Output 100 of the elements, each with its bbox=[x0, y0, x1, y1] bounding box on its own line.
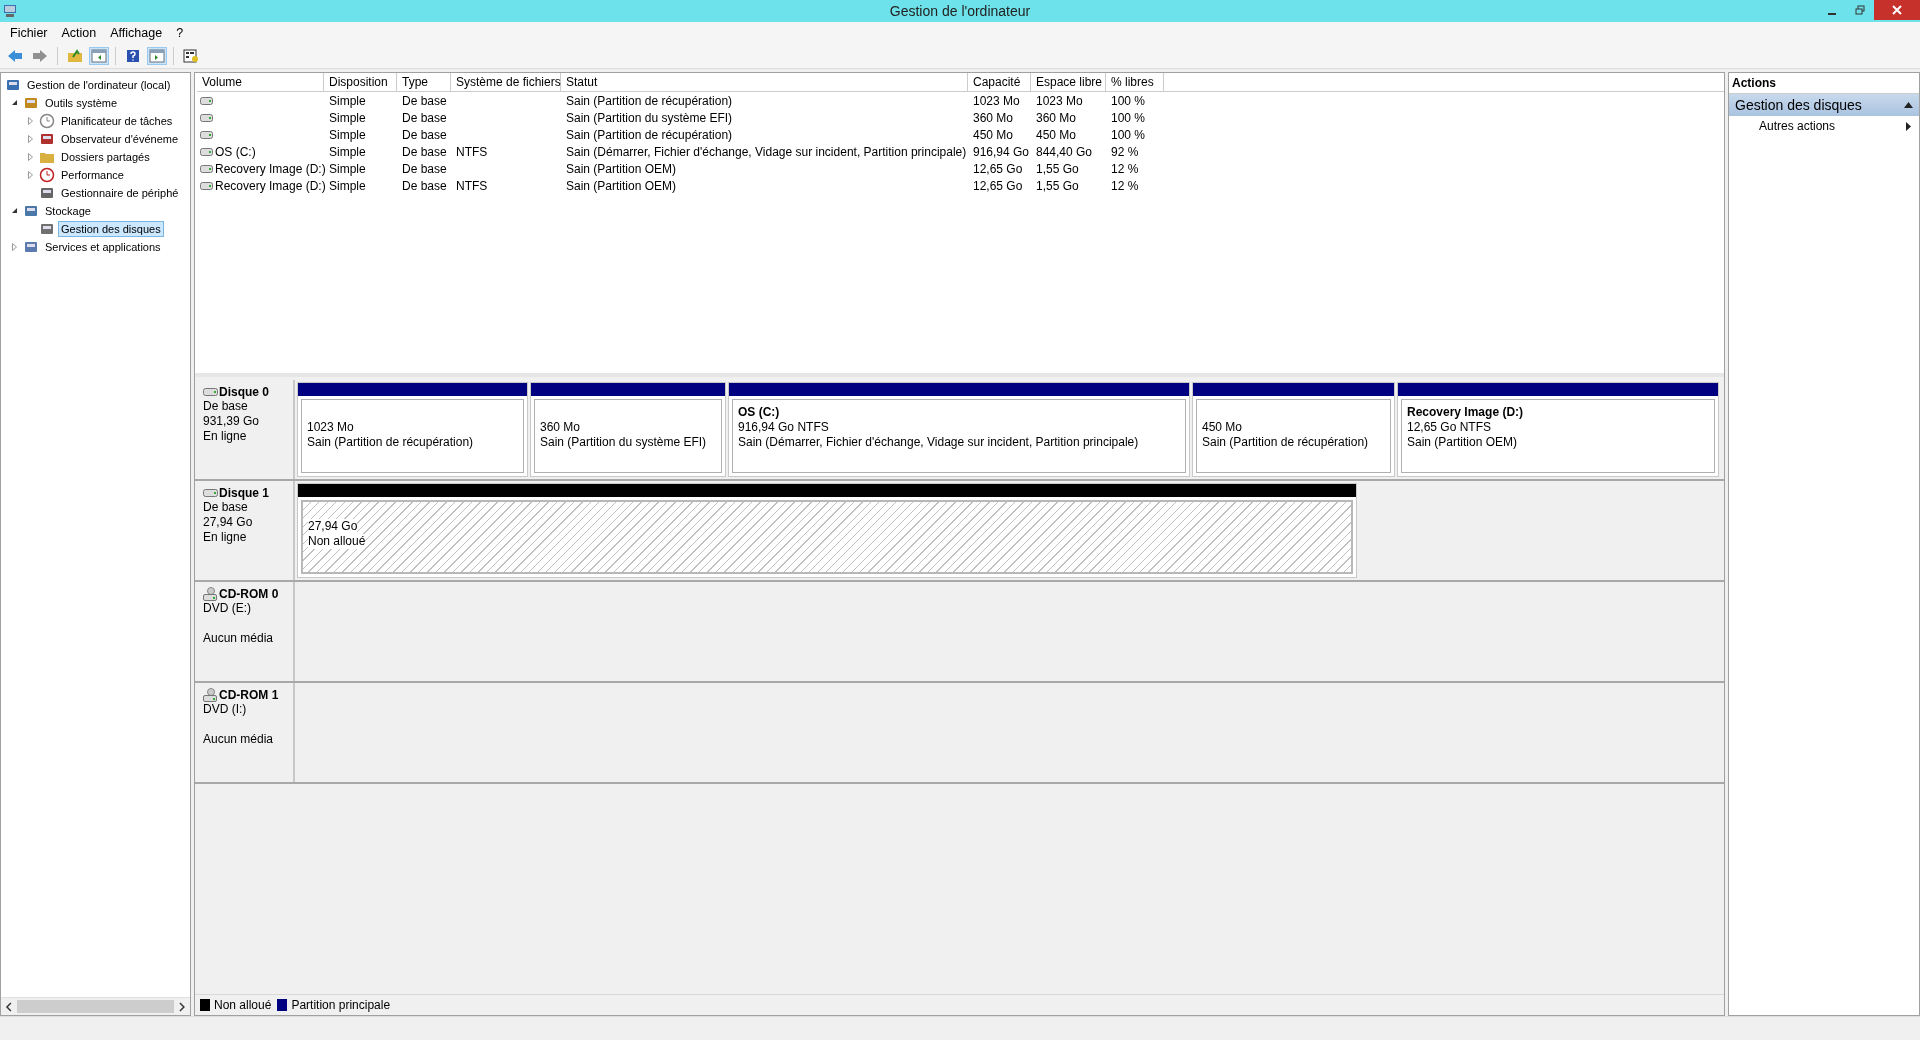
table-cell: Recovery Image (D:) bbox=[215, 161, 326, 176]
table-cell: Sain (Partition OEM) bbox=[566, 178, 677, 193]
table-cell: De base bbox=[402, 144, 447, 159]
drive-icon bbox=[200, 130, 213, 139]
collapsed-triangle-icon[interactable] bbox=[27, 117, 34, 125]
disk-name: CD-ROM 1 bbox=[219, 688, 279, 702]
table-cell: Sain (Partition de récupération) bbox=[566, 93, 733, 108]
column-header[interactable]: Type bbox=[397, 73, 451, 91]
disk-name: CD-ROM 0 bbox=[219, 587, 279, 601]
services-icon bbox=[23, 239, 39, 255]
menu-item[interactable]: Affichage bbox=[104, 24, 171, 42]
table-cell: NTFS bbox=[456, 178, 488, 193]
column-header[interactable]: % libres bbox=[1106, 73, 1164, 91]
tree-item[interactable]: Gestion des disques bbox=[58, 221, 164, 237]
column-header[interactable]: Capacité bbox=[968, 73, 1031, 91]
optical-drive-icon bbox=[203, 587, 218, 601]
partition-title: OS (C:) bbox=[738, 405, 781, 420]
table-cell: OS (C:) bbox=[215, 144, 256, 159]
collapsed-triangle-icon[interactable] bbox=[27, 153, 34, 161]
partition-status: Sain (Partition OEM) bbox=[1407, 435, 1519, 450]
table-cell: Simple bbox=[329, 93, 366, 108]
collapsed-triangle-icon[interactable] bbox=[27, 135, 34, 143]
table-cell: 450 Mo bbox=[1036, 127, 1077, 142]
table-cell: Sain (Partition de récupération) bbox=[566, 127, 733, 142]
expanded-triangle-icon[interactable] bbox=[11, 99, 18, 107]
table-cell: Simple bbox=[329, 144, 366, 159]
partition-block[interactable]: OS (C:) 916,94 Go NTFS Sain (Démarrer, Fichier d'échange, Vidage sur incident, Partition principale) bbox=[728, 382, 1190, 477]
menu-item[interactable]: ? bbox=[170, 24, 192, 42]
tree-item[interactable]: Stockage bbox=[42, 203, 94, 219]
partition-block[interactable]: 27,94 Go Non alloué bbox=[297, 483, 1357, 578]
partition-size: 12,65 Go NTFS bbox=[1407, 420, 1493, 435]
menu-item[interactable]: Fichier bbox=[4, 24, 56, 42]
table-cell: 360 Mo bbox=[1036, 110, 1077, 125]
table-cell: De base bbox=[402, 178, 447, 193]
drive-icon bbox=[203, 489, 218, 497]
column-header[interactable]: Statut bbox=[561, 73, 968, 91]
partition-block[interactable]: 450 Mo Sain (Partition de récupération) bbox=[1192, 382, 1395, 477]
horizontal-scrollbar[interactable] bbox=[1, 997, 190, 1015]
drive-icon bbox=[200, 96, 213, 105]
clock-icon bbox=[39, 113, 55, 129]
column-header[interactable]: Système de fichiers bbox=[451, 73, 561, 91]
partition-block[interactable]: Recovery Image (D:) 12,65 Go NTFS Sain (Partition OEM) bbox=[1397, 382, 1719, 477]
legend-label: Non alloué bbox=[214, 998, 272, 1012]
partition-status: Sain (Démarrer, Fichier d'échange, Vidage sur incident, Partition principale) bbox=[738, 435, 1140, 450]
menu-item[interactable]: Action bbox=[55, 24, 105, 42]
tree-item[interactable]: Gestion de l'ordinateur (local) bbox=[24, 77, 174, 93]
table-cell: Simple bbox=[329, 161, 366, 176]
table-cell: 12 % bbox=[1111, 178, 1139, 193]
table-cell: 12,65 Go bbox=[973, 178, 1023, 193]
table-cell: Simple bbox=[329, 178, 366, 193]
drive-icon bbox=[200, 181, 213, 190]
disk-detail: 931,39 Go bbox=[203, 414, 261, 429]
scroll-right-icon[interactable] bbox=[178, 1001, 186, 1012]
partition-size: 27,94 Go bbox=[308, 519, 358, 534]
drive-icon bbox=[200, 113, 213, 122]
disk-detail: Aucun média bbox=[203, 732, 275, 747]
action-item[interactable]: Autres actions bbox=[1759, 119, 1836, 133]
partition-block[interactable]: 360 Mo Sain (Partition du système EFI) bbox=[530, 382, 726, 477]
pane-toggle-icon[interactable] bbox=[147, 47, 167, 65]
restore-icon bbox=[1855, 5, 1865, 15]
table-cell: De base bbox=[402, 161, 447, 176]
tools-icon bbox=[23, 95, 39, 111]
partition-size: 450 Mo bbox=[1202, 420, 1244, 435]
column-header[interactable]: Volume bbox=[197, 73, 324, 91]
partition-size: 360 Mo bbox=[540, 420, 582, 435]
table-cell: Sain (Partition OEM) bbox=[566, 161, 677, 176]
tree-item[interactable]: Services et applications bbox=[42, 239, 164, 255]
table-cell: Sain (Partition du système EFI) bbox=[566, 110, 733, 125]
pane-toggle-icon[interactable] bbox=[89, 47, 109, 65]
table-cell: 450 Mo bbox=[973, 127, 1014, 142]
actions-section[interactable]: Gestion des disques bbox=[1729, 94, 1919, 116]
tree-item[interactable]: Dossiers partagés bbox=[58, 149, 153, 165]
partition-block[interactable]: 1023 Mo Sain (Partition de récupération) bbox=[297, 382, 528, 477]
column-header[interactable]: Disposition bbox=[324, 73, 397, 91]
tree-item[interactable]: Observateur d'événeme bbox=[58, 131, 182, 147]
tree-item[interactable]: Outils système bbox=[42, 95, 121, 111]
tree-item[interactable]: Planificateur de tâches bbox=[58, 113, 176, 129]
column-header[interactable]: Espace libre bbox=[1031, 73, 1106, 91]
table-cell: De base bbox=[402, 93, 447, 108]
table-cell: De base bbox=[402, 127, 447, 142]
close-icon bbox=[1892, 5, 1902, 15]
collapsed-triangle-icon[interactable] bbox=[27, 171, 34, 179]
table-cell: Recovery Image (D:) bbox=[215, 178, 326, 193]
close-button[interactable] bbox=[1874, 0, 1920, 20]
table-cell: 100 % bbox=[1111, 93, 1146, 108]
partition-status: Sain (Partition de récupération) bbox=[1202, 435, 1370, 450]
expanded-triangle-icon[interactable] bbox=[11, 207, 18, 215]
partition-size: 916,94 Go NTFS bbox=[738, 420, 830, 435]
computer-icon bbox=[3, 4, 17, 18]
table-cell: 100 % bbox=[1111, 127, 1146, 142]
collapsed-triangle-icon[interactable] bbox=[11, 243, 18, 251]
table-cell: 916,94 Go bbox=[973, 144, 1030, 159]
partition-title: Recovery Image (D:) bbox=[1407, 405, 1525, 420]
tree-item[interactable]: Gestionnaire de périphé bbox=[58, 185, 182, 201]
disk-detail: 27,94 Go bbox=[203, 515, 254, 530]
tree-item[interactable]: Performance bbox=[58, 167, 127, 183]
table-cell: 1,55 Go bbox=[1036, 178, 1079, 193]
collapse-triangle-icon[interactable] bbox=[1904, 102, 1913, 108]
disk-detail: De base bbox=[203, 500, 249, 515]
scroll-left-icon[interactable] bbox=[5, 1001, 13, 1012]
